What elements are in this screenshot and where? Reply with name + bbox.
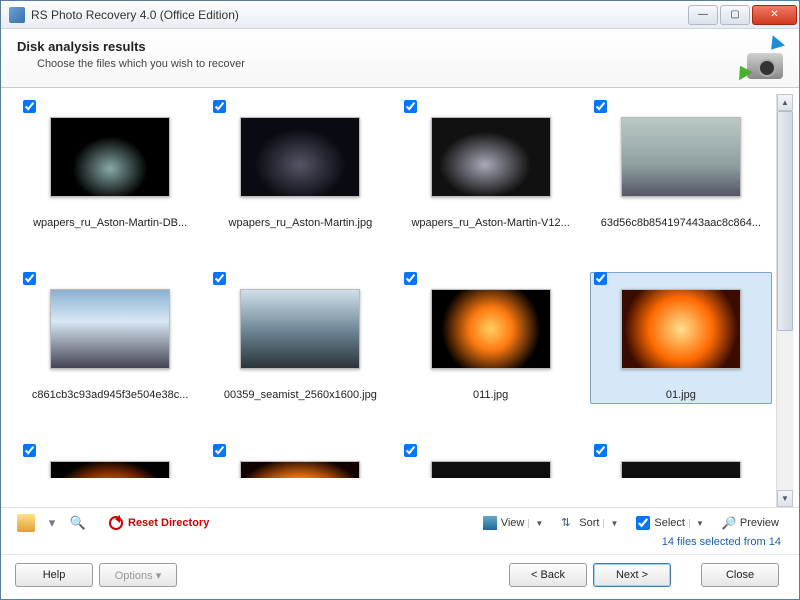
file-item[interactable]: 01.jpg — [586, 266, 776, 438]
file-checkbox[interactable] — [404, 272, 417, 285]
file-checkbox[interactable] — [594, 272, 607, 285]
file-checkbox[interactable] — [213, 444, 226, 457]
chevron-down-icon: ▼ — [528, 519, 543, 528]
results-area: wpapers_ru_Aston-Martin-DB... wpapers_ru_… — [1, 88, 799, 507]
page-title: Disk analysis results — [17, 39, 735, 54]
file-thumbnail[interactable] — [621, 117, 741, 197]
file-name: wpapers_ru_Aston-Martin-V12... — [405, 203, 577, 229]
titlebar[interactable]: RS Photo Recovery 4.0 (Office Edition) —… — [1, 1, 799, 29]
file-thumbnail[interactable] — [240, 117, 360, 197]
scroll-down-button[interactable]: ▼ — [777, 490, 793, 507]
app-icon — [9, 7, 25, 23]
file-thumbnail[interactable] — [50, 461, 170, 478]
file-name: 01.jpg — [595, 375, 767, 401]
view-menu[interactable]: View▼ — [479, 514, 548, 532]
reset-label: Reset Directory — [128, 517, 209, 529]
filter-folder-icon[interactable] — [17, 514, 35, 532]
file-thumbnail[interactable] — [431, 461, 551, 478]
file-item[interactable]: wpapers_ru_Aston-Martin.jpg — [205, 94, 395, 266]
file-item[interactable]: 011.jpg — [396, 266, 586, 438]
file-checkbox[interactable] — [23, 100, 36, 113]
page-subtitle: Choose the files which you wish to recov… — [17, 58, 735, 70]
file-thumbnail[interactable] — [50, 289, 170, 369]
wizard-footer: Help Options ▾ < Back Next > Close — [1, 554, 799, 599]
scroll-thumb[interactable] — [777, 111, 793, 331]
file-item[interactable] — [396, 438, 586, 478]
file-name: wpapers_ru_Aston-Martin-DB... — [24, 203, 196, 229]
filter-funnel-icon[interactable]: ▾ — [43, 514, 61, 532]
file-checkbox[interactable] — [23, 272, 36, 285]
minimize-button[interactable]: — — [688, 5, 718, 25]
close-window-button[interactable]: ✕ — [752, 5, 797, 25]
reset-directory-button[interactable]: Reset Directory — [109, 516, 209, 530]
file-item[interactable]: c861cb3c93ad945f3e504e38c... — [15, 266, 205, 438]
options-button[interactable]: Options ▾ — [99, 563, 177, 587]
file-name: c861cb3c93ad945f3e504e38c... — [24, 375, 196, 401]
chevron-down-icon: ▼ — [689, 519, 704, 528]
close-button[interactable]: Close — [701, 563, 779, 587]
wizard-header: Disk analysis results Choose the files w… — [1, 29, 799, 88]
back-button[interactable]: < Back — [509, 563, 587, 587]
file-item[interactable]: wpapers_ru_Aston-Martin-V12... — [396, 94, 586, 266]
reset-icon — [109, 516, 123, 530]
file-thumbnail[interactable] — [621, 461, 741, 478]
search-icon[interactable]: 🔍 — [69, 514, 87, 532]
file-item[interactable]: wpapers_ru_Aston-Martin-DB... — [15, 94, 205, 266]
view-icon — [483, 516, 497, 530]
file-thumbnail[interactable] — [240, 289, 360, 369]
sort-icon: ⇅ — [561, 516, 575, 530]
scroll-up-button[interactable]: ▲ — [777, 94, 793, 111]
file-item[interactable]: 63d56c8b854197443aac8c864... — [586, 94, 776, 266]
preview-icon: 🔎 — [722, 516, 736, 530]
thumbnail-grid: wpapers_ru_Aston-Martin-DB... wpapers_ru_… — [15, 94, 776, 507]
file-thumbnail[interactable] — [240, 461, 360, 478]
maximize-button[interactable]: ▢ — [720, 5, 750, 25]
file-checkbox[interactable] — [404, 100, 417, 113]
file-name: 011.jpg — [405, 375, 577, 401]
sort-menu[interactable]: ⇅ Sort▼ — [557, 514, 622, 532]
toolbar: ▾ 🔍 Reset Directory View▼ ⇅ Sort▼ Select… — [1, 507, 799, 534]
file-item[interactable] — [205, 438, 395, 478]
file-thumbnail[interactable] — [431, 289, 551, 369]
file-thumbnail[interactable] — [431, 117, 551, 197]
next-button[interactable]: Next > — [593, 563, 671, 587]
file-item[interactable] — [15, 438, 205, 478]
file-item[interactable]: 00359_seamist_2560x1600.jpg — [205, 266, 395, 438]
file-name: 00359_seamist_2560x1600.jpg — [214, 375, 386, 401]
file-thumbnail[interactable] — [50, 117, 170, 197]
file-checkbox[interactable] — [213, 272, 226, 285]
file-name: 63d56c8b854197443aac8c864... — [595, 203, 767, 229]
select-all-checkbox[interactable] — [636, 516, 650, 530]
file-thumbnail[interactable] — [621, 289, 741, 369]
chevron-down-icon: ▼ — [603, 519, 618, 528]
vertical-scrollbar[interactable]: ▲ ▼ — [776, 94, 793, 507]
file-checkbox[interactable] — [594, 100, 607, 113]
file-checkbox[interactable] — [404, 444, 417, 457]
select-menu[interactable]: Select▼ — [632, 514, 708, 532]
file-checkbox[interactable] — [213, 100, 226, 113]
preview-button[interactable]: 🔎 Preview — [718, 514, 783, 532]
help-button[interactable]: Help — [15, 563, 93, 587]
product-logo — [735, 39, 783, 79]
file-name: wpapers_ru_Aston-Martin.jpg — [214, 203, 386, 229]
app-window: RS Photo Recovery 4.0 (Office Edition) —… — [0, 0, 800, 600]
file-checkbox[interactable] — [594, 444, 607, 457]
file-item[interactable] — [586, 438, 776, 478]
status-text: 14 files selected from 14 — [1, 534, 799, 554]
window-title: RS Photo Recovery 4.0 (Office Edition) — [31, 8, 686, 22]
file-checkbox[interactable] — [23, 444, 36, 457]
